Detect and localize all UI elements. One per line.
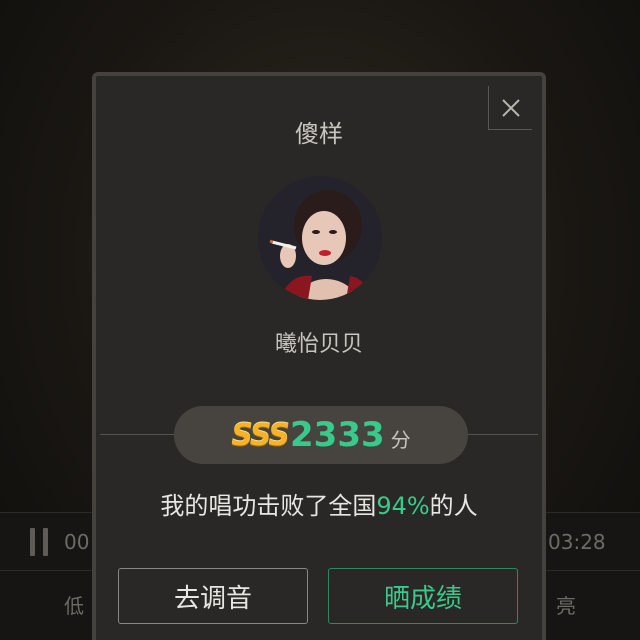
total-time: 03:28 xyxy=(548,530,606,554)
score-pill: SSS 2333 分 xyxy=(174,406,468,464)
rank-badge: SSS xyxy=(231,417,290,453)
score-result-dialog: 傻样 曦怡贝贝 SSS 2333 分 我的唱功击败了全国94%的人 去调音 晒成… xyxy=(92,72,546,640)
tune-button[interactable]: 去调音 xyxy=(118,568,308,624)
singer-name: 曦怡贝贝 xyxy=(274,332,363,357)
avatar-image xyxy=(258,176,382,300)
avatar[interactable] xyxy=(258,176,382,300)
share-score-button[interactable]: 晒成绩 xyxy=(328,568,518,624)
elapsed-time: 00 xyxy=(64,530,90,554)
song-title: 傻样 xyxy=(295,120,343,148)
screen: 00 03:28 低 亮 傻样 曦怡贝贝 SSS 2333 分 我的唱功击败了全… xyxy=(0,0,640,640)
beat-suffix: 的人 xyxy=(429,492,478,520)
background-label-left: 低 xyxy=(64,594,84,618)
pause-icon[interactable] xyxy=(30,528,48,556)
score-value: 2333 xyxy=(290,415,385,455)
beat-prefix: 我的唱功击败了全国 xyxy=(160,492,377,520)
beat-percent: 94% xyxy=(376,492,430,520)
background-label-right: 亮 xyxy=(556,594,576,618)
beat-percentage-text: 我的唱功击败了全国94%的人 xyxy=(96,486,542,521)
score-unit: 分 xyxy=(390,427,411,452)
